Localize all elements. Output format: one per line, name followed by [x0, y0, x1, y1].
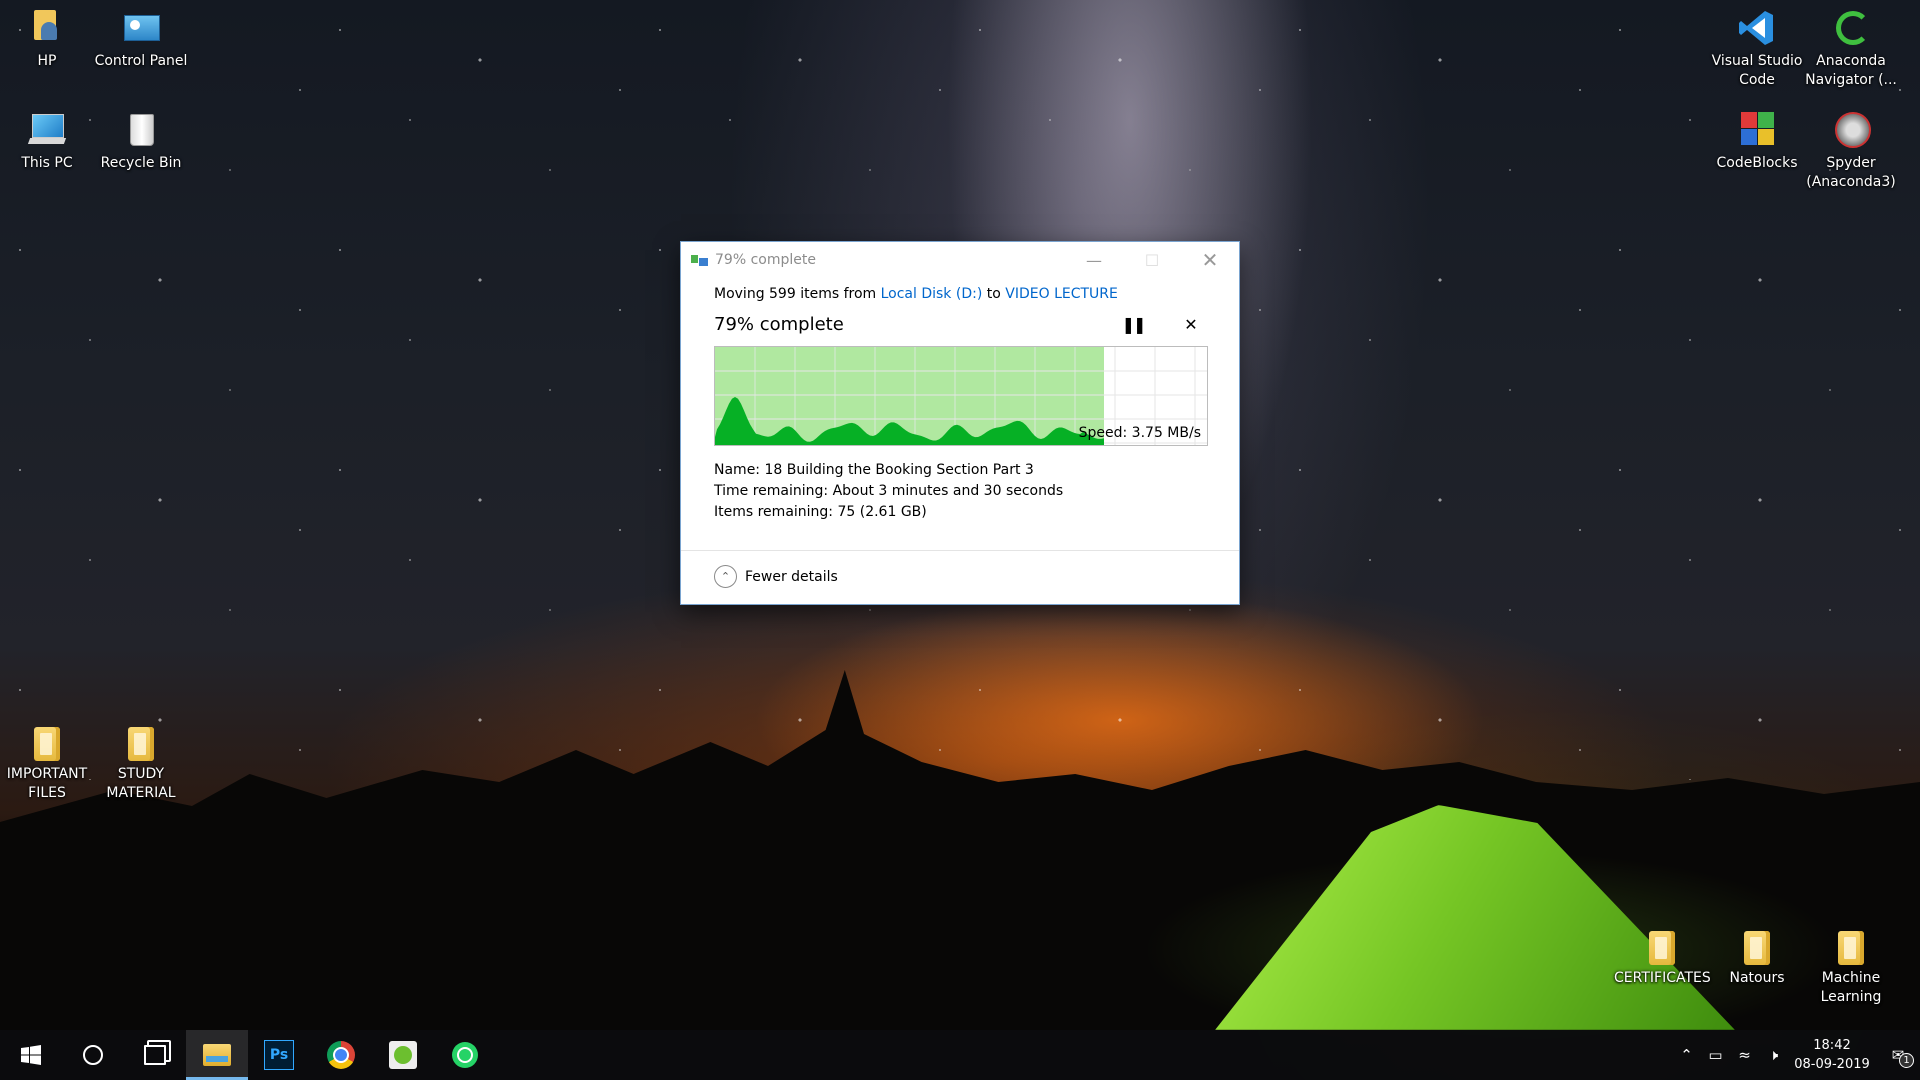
- desktop-icon-label: Visual Studio Code: [1711, 53, 1803, 88]
- start-button[interactable]: [0, 1030, 62, 1080]
- app-icon: [389, 1041, 417, 1069]
- minimize-button[interactable]: —: [1065, 242, 1123, 278]
- wifi-icon[interactable]: ≈: [1730, 1046, 1759, 1064]
- chrome-icon: [327, 1041, 355, 1069]
- taskbar-chrome[interactable]: [310, 1030, 372, 1080]
- system-tray: ⌃ ▭ ≈ 🕨 18:42 08-09-2019 ✉ 1: [1672, 1030, 1920, 1080]
- time-remaining-line: Time remaining: About 3 minutes and 30 s…: [714, 483, 1064, 499]
- volume-icon[interactable]: 🕨: [1759, 1046, 1788, 1064]
- pause-icon: ❚❚: [1121, 314, 1147, 334]
- percent-complete: 79% complete: [714, 313, 844, 335]
- cancel-button[interactable]: ✕: [1176, 311, 1206, 337]
- desktop-icon-label: Spyder (Anaconda3): [1806, 155, 1896, 190]
- computer-icon: [27, 110, 67, 150]
- recycle-bin-icon: [121, 110, 161, 150]
- taskbar: Ps ⌃ ▭ ≈ 🕨 18:42 08-09-2019 ✉ 1: [0, 1030, 1920, 1080]
- speed-label: Speed: 3.75 MB/s: [1078, 425, 1201, 441]
- desktop-icon-label: CERTIFICATES: [1614, 970, 1711, 986]
- folder-icon: [128, 727, 154, 761]
- close-icon: ✕: [1184, 314, 1198, 334]
- desktop-icon-machine-learning[interactable]: Machine Learning: [1803, 928, 1899, 1007]
- task-view-button[interactable]: [124, 1030, 186, 1080]
- desktop-icon-label: Recycle Bin: [100, 155, 182, 171]
- file-move-dialog[interactable]: 79% complete — ☐ ✕ Moving 599 items from…: [681, 242, 1239, 604]
- desktop-icon-label: Machine Learning: [1820, 970, 1882, 1005]
- vscode-icon: [1737, 8, 1777, 48]
- search-button[interactable]: [62, 1030, 124, 1080]
- clock-date: 08-09-2019: [1794, 1057, 1870, 1072]
- pause-button[interactable]: ❚❚: [1118, 311, 1148, 337]
- moving-prefix: Moving 599 items from: [714, 286, 877, 302]
- desktop-icon-label: Natours: [1729, 970, 1785, 986]
- chevron-up-icon: ⌃: [714, 565, 737, 588]
- photoshop-icon: Ps: [264, 1040, 294, 1070]
- notification-center-button[interactable]: ✉ 1: [1876, 1046, 1920, 1068]
- desktop-icon-anaconda[interactable]: Anaconda Navigator (...: [1803, 8, 1899, 90]
- notification-count: 1: [1899, 1053, 1914, 1068]
- folder-icon: [1838, 931, 1864, 965]
- desktop-icon-label: STUDY MATERIAL: [106, 766, 176, 801]
- file-transfer-icon: [691, 253, 709, 267]
- desktop-icon-certificates[interactable]: CERTIFICATES: [1614, 928, 1711, 988]
- desktop-icon-codeblocks[interactable]: CodeBlocks: [1709, 110, 1805, 173]
- desktop-icon-control-panel[interactable]: Control Panel: [93, 8, 189, 71]
- fewer-details-button[interactable]: ⌃ Fewer details: [714, 565, 838, 588]
- dialog-title: 79% complete: [715, 252, 816, 268]
- taskbar-file-explorer[interactable]: [186, 1030, 248, 1080]
- user-folder-icon: [27, 8, 67, 48]
- battery-icon[interactable]: ▭: [1701, 1046, 1730, 1064]
- folder-icon: [34, 727, 60, 761]
- desktop-icon-recycle-bin[interactable]: Recycle Bin: [93, 110, 189, 173]
- anaconda-icon: [1831, 8, 1871, 48]
- transfer-details: Name: 18 Building the Booking Section Pa…: [714, 460, 1206, 523]
- search-circle-icon: [83, 1045, 103, 1065]
- desktop-icon-hp[interactable]: HP: [0, 8, 95, 71]
- control-panel-icon: [121, 8, 161, 48]
- moving-summary: Moving 599 items from Local Disk (D:) to…: [714, 286, 1206, 302]
- start-icon: [21, 1045, 41, 1065]
- fewer-details-label: Fewer details: [745, 568, 838, 585]
- dialog-separator: [681, 550, 1239, 551]
- desktop-icon-vscode[interactable]: Visual Studio Code: [1709, 8, 1805, 90]
- desktop-icon-study-material[interactable]: STUDY MATERIAL: [93, 724, 189, 803]
- desktop-icon-important-files[interactable]: IMPORTANT FILES: [0, 724, 95, 803]
- desktop-icon-label: Control Panel: [94, 53, 188, 69]
- desktop-icon-label: HP: [37, 53, 57, 69]
- maximize-button: ☐: [1144, 250, 1160, 270]
- desktop-icon-label: This PC: [21, 155, 73, 171]
- codeblocks-icon: [1737, 110, 1777, 150]
- clock-time: 18:42: [1813, 1038, 1851, 1053]
- items-remaining-line: Items remaining: 75 (2.61 GB): [714, 504, 927, 520]
- file-explorer-icon: [203, 1044, 231, 1066]
- task-view-icon: [144, 1045, 166, 1065]
- destination-link[interactable]: VIDEO LECTURE: [1005, 286, 1118, 302]
- taskbar-whatsapp[interactable]: [434, 1030, 496, 1080]
- folder-icon: [1649, 931, 1675, 965]
- desktop-icon-label: CodeBlocks: [1716, 155, 1798, 171]
- spyder-icon: [1831, 110, 1871, 150]
- clock[interactable]: 18:42 08-09-2019: [1788, 1036, 1876, 1074]
- to-word: to: [986, 286, 1001, 302]
- file-name-line: Name: 18 Building the Booking Section Pa…: [714, 462, 1034, 478]
- dialog-titlebar[interactable]: 79% complete — ☐ ✕: [681, 242, 1239, 278]
- desktop-icon-natours[interactable]: Natours: [1709, 928, 1805, 988]
- taskbar-app[interactable]: [372, 1030, 434, 1080]
- desktop-icon-this-pc[interactable]: This PC: [0, 110, 95, 173]
- progress-fill: [715, 347, 1104, 445]
- whatsapp-icon: [452, 1042, 478, 1068]
- folder-icon: [1744, 931, 1770, 965]
- source-link[interactable]: Local Disk (D:): [881, 286, 983, 302]
- close-window-button[interactable]: ✕: [1181, 242, 1239, 278]
- desktop-icon-spyder[interactable]: Spyder (Anaconda3): [1803, 110, 1899, 192]
- desktop-icon-label: IMPORTANT FILES: [6, 766, 88, 801]
- speed-graph: Speed: 3.75 MB/s: [714, 346, 1208, 446]
- taskbar-photoshop[interactable]: Ps: [248, 1030, 310, 1080]
- chevron-up-icon[interactable]: ⌃: [1672, 1046, 1701, 1064]
- desktop-icon-label: Anaconda Navigator (...: [1805, 53, 1897, 88]
